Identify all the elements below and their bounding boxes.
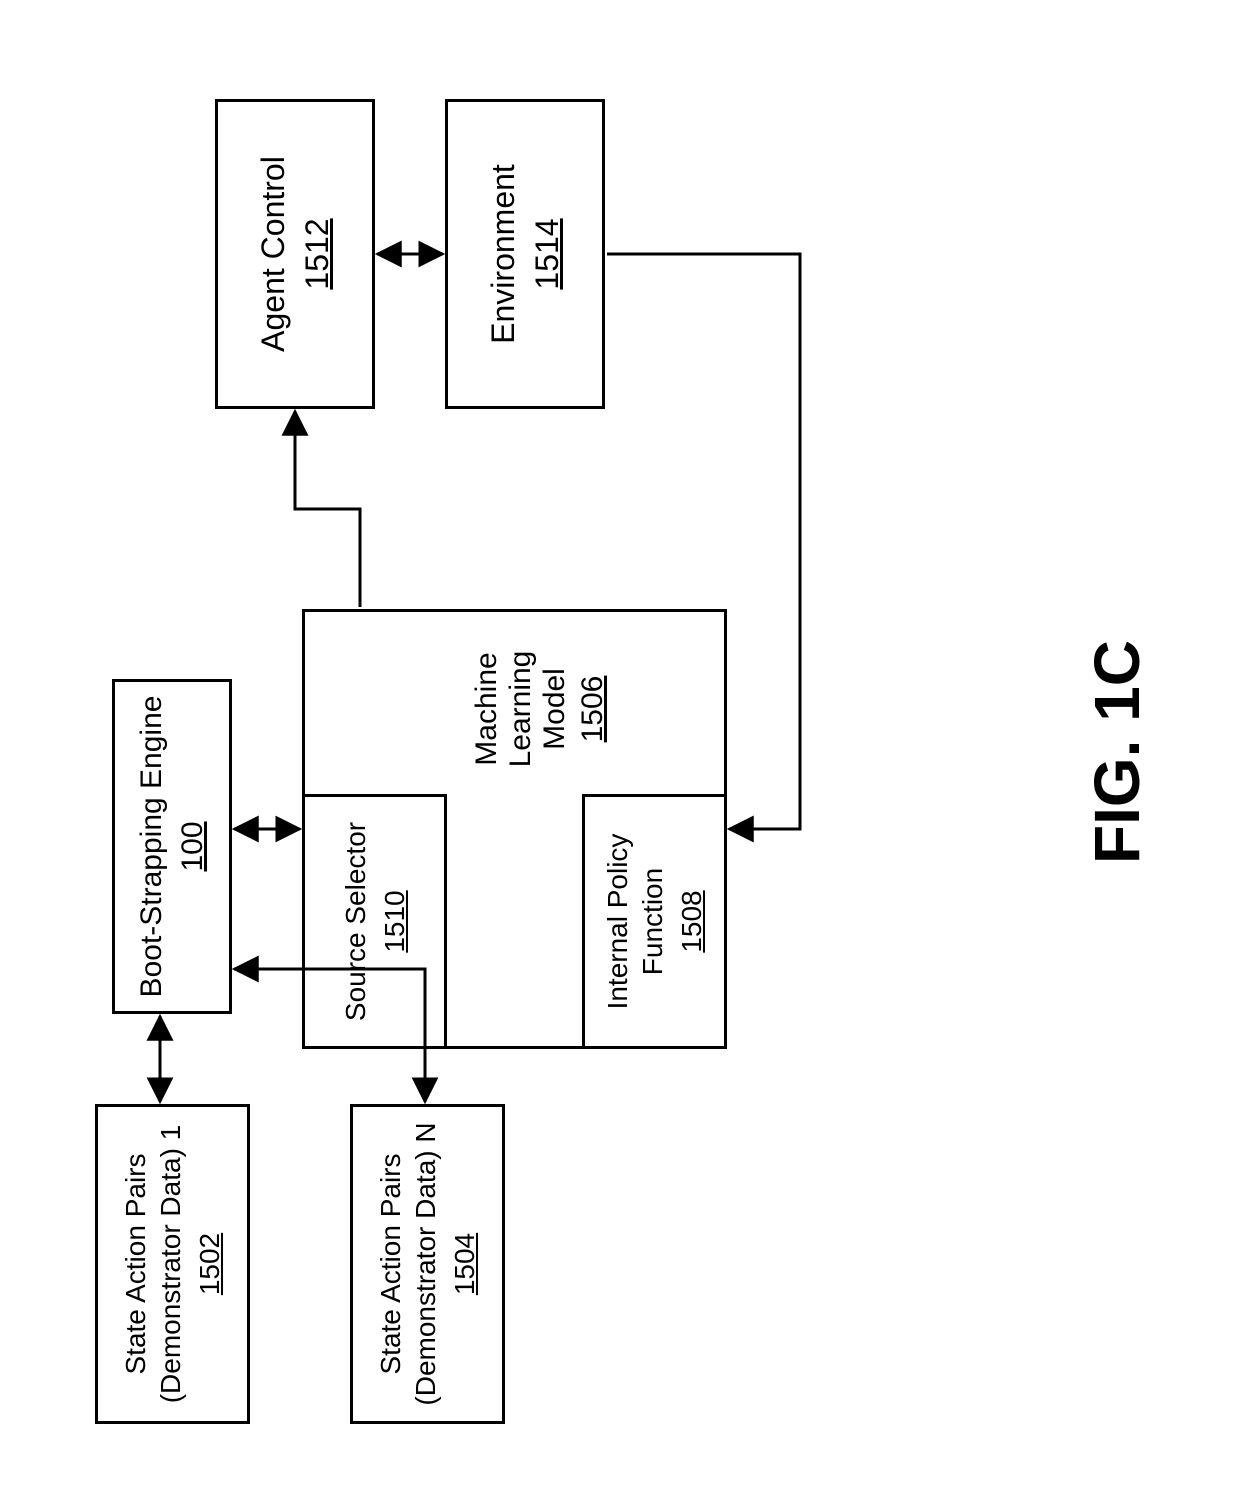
edge-sapN-boot bbox=[234, 969, 425, 1102]
figure-label: FIG. 1C bbox=[1080, 640, 1154, 864]
connectors bbox=[0, 0, 1240, 1509]
edge-env-ml bbox=[607, 254, 800, 829]
edge-ml-agent bbox=[295, 411, 360, 607]
diagram-canvas: State Action Pairs(Demonstrator Data) 1 … bbox=[0, 0, 1240, 1509]
